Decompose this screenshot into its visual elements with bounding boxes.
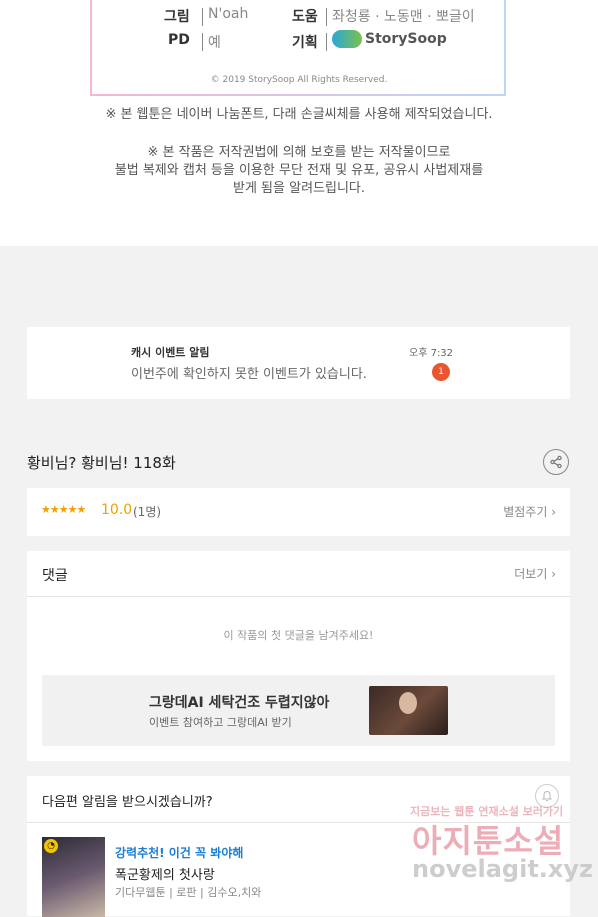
episode-title: 황비님? 황비님! 118화 [27,454,176,472]
credit-help-label: 도움 [292,9,318,25]
comments-more-link[interactable]: 더보기 › [514,565,556,582]
credit-help-value: 좌청룡 · 노동맨 · 뽀글이 [332,9,475,25]
divider [27,596,570,597]
ad-title: 그랑데AI 세탁건조 두렵지않아 [149,695,330,711]
ad-model-figure [399,692,417,714]
recommendation-label: 강력추천! 이건 꼭 봐야해 [115,846,244,860]
rating-count: (1명) [133,505,162,519]
copyright-notice-line-2: 불법 복제와 캡처 등을 이용한 무단 전재 및 유포, 공유시 사법제재를 [114,163,484,178]
divider [202,8,203,26]
episode-footer: 그림 N'oah 도움 좌청룡 · 노동맨 · 뽀글이 PD 예 기획 Stor… [0,0,598,246]
credit-art-label: 그림 [164,9,190,25]
rating-score: 10.0 [101,502,133,518]
font-notice: ※ 본 웹툰은 네이버 나눔폰트, 다래 손글씨체를 사용해 제작되었습니다. [105,107,493,122]
copyright-notice-line-1: ※ 본 작품은 저작권법에 의해 보호를 받는 저작물이므로 [147,145,451,160]
cash-event-notification[interactable]: 캐시 이벤트 알림 이번주에 확인하지 못한 이벤트가 있습니다. 오후 7:3… [27,327,570,399]
comments-header: 댓글 [42,568,68,584]
share-icon [550,455,562,469]
divider [202,33,203,51]
credit-pd-label: PD [168,32,190,48]
share-button[interactable] [543,449,569,475]
comments-section: 댓글 더보기 › 이 작품의 첫 댓글을 남겨주세요! 그랑데AI 세탁건조 두… [27,551,570,761]
bell-outline-icon [541,790,553,801]
event-subtitle: 이번주에 확인하지 못한 이벤트가 있습니다. [131,367,367,382]
recommended-title[interactable]: 폭군황제의 첫사랑 [115,864,215,883]
recommended-meta: 기다무웹툰 | 로판 | 김수오,치와 [115,886,262,899]
credit-pd-value: 예 [208,35,221,51]
event-time: 오후 7:32 [409,348,454,359]
ad-subtitle: 이벤트 참여하고 그랑데AI 받기 [149,716,292,729]
unread-count-badge: 1 [432,363,450,381]
storysoop-logo: StorySoop [332,30,447,48]
wait-free-clock-icon: ◔ [44,839,58,853]
divider [326,8,327,26]
ad-image [369,686,448,735]
storysoop-logo-text: StorySoop [365,31,447,47]
divider [326,33,327,51]
copyright-text: © 2019 StorySoop All Rights Reserved. [210,75,388,85]
next-alert-question: 다음편 알림을 받으시겠습니까? [42,795,213,810]
star-rating-icon: ★★★★★ [41,503,86,516]
rate-button[interactable]: 별점주기 › [503,503,556,520]
credit-art-value: N'oah [208,6,249,22]
cloud-logo-icon [332,30,362,48]
ad-banner[interactable]: 그랑데AI 세탁건조 두렵지않아 이벤트 참여하고 그랑데AI 받기 [42,675,555,746]
rating-bar: ★★★★★ 10.0 (1명) 별점주기 › [27,488,570,536]
copyright-notice-line-3: 받게 됨을 알려드립니다. [233,181,365,196]
watermark-url: novelagit.xyz [412,855,594,883]
recommended-thumbnail[interactable]: ◔ [42,837,105,917]
event-title: 캐시 이벤트 알림 [131,346,210,359]
credit-plan-label: 기획 [292,35,318,51]
comments-empty-prompt[interactable]: 이 작품의 첫 댓글을 남겨주세요! [27,627,570,643]
